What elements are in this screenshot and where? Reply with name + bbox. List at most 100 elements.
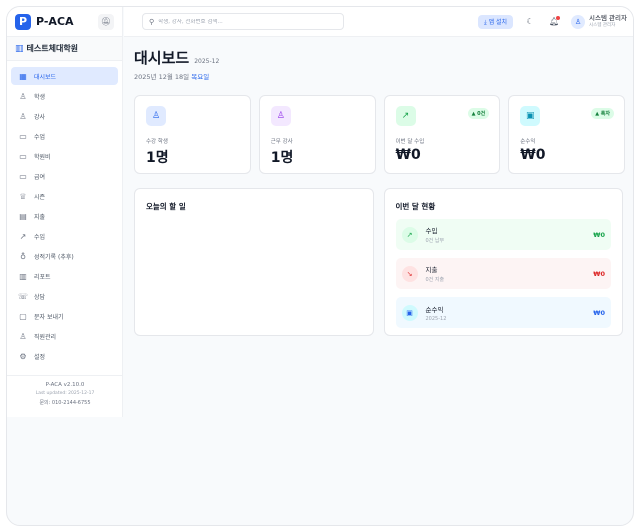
user-check-icon: ♙ [19,111,27,121]
award-icon: ♁ [20,251,26,261]
page-month: 2025-12 [194,58,220,65]
sidebar-item-label: 지출 [34,213,46,221]
date-line: 2025년 12월 18일 목요일 [134,71,633,81]
sidebar-item-label: 시즌 [34,193,46,201]
receipt-icon: ▤ [19,211,27,221]
user-cog-icon: ♙ [19,331,27,341]
bar-chart-icon: ▥ [19,271,27,281]
inquiry-phone: 문의: 010-2144-6755 [39,400,91,406]
trend-badge: ▲ 0건 [467,108,490,119]
sidebar-item[interactable]: ♙ 학생 [11,87,118,105]
sidebar-footer: P-ACA v2.10.0 Last updated: 2025-12-17 문… [7,375,123,406]
wallet-icon: ▣ [520,106,541,126]
stat-card[interactable]: ↗ ▲ 0건 이번 달 수입 ₩0 [383,95,501,174]
user-avatar-icon: ♙ [571,14,586,29]
notification-bell-icon[interactable]: 🔔︎ [547,15,561,29]
sidebar-item[interactable]: ▦ 대시보드 [11,67,118,85]
notification-dot [556,15,561,20]
install-app-button[interactable]: ⤓ 앱 설치 [478,14,514,29]
sidebar-item[interactable]: ▭ 수업 [11,127,118,145]
dark-mode-icon[interactable]: ☾ [523,15,537,29]
sidebar-item[interactable]: ▥ 리포트 [11,267,118,285]
sidebar-item-label: 성적기록 (추후) [34,253,74,261]
sidebar-item-label: 리포트 [34,273,51,281]
sidebar-item[interactable]: ♁ 성적기록 (추후) [11,247,118,265]
status-list: ↗ 수입 0건 납부 ₩0 ↘ 지출 0건 지출 ₩0 ▣ 순수익 2025-12 ₩0 [395,219,611,328]
user-name: 시스템 관리자 [589,14,627,22]
stat-card[interactable]: ♙ 수강 학생 1명 [134,95,251,174]
sidebar-item-label: 급여 [34,173,46,181]
sidebar-item[interactable]: ▤ 지출 [11,207,118,225]
academy-name: 테스트체대학원 [26,44,79,53]
sidebar-item[interactable]: ▭ 학원비 [11,147,118,165]
wallet-icon: ▣ [401,304,418,321]
phone-icon: ☏ [17,291,28,301]
sidebar-item-label: 강사 [34,113,46,121]
arrow-down-right-icon: ↘ [401,265,418,282]
todo-title: 오늘의 할 일 [146,202,186,211]
message-icon: ▢ [19,311,27,321]
main-content: 대시보드 2025-12 2025년 12월 18일 목요일 ♙ 수강 학생 1명 ♙… [124,38,633,525]
academy-selector[interactable]: ▥ 테스트체대학원 [7,37,122,61]
logo-row: P P-ACA 🔕︎ [7,7,122,37]
stat-label: 근무 강사 [270,139,293,145]
sidebar-item[interactable]: ▢ 문자 보내기 [11,307,118,325]
sidebar-item-label: 대시보드 [34,73,57,81]
sidebar: P P-ACA 🔕︎ ▥ 테스트체대학원 ▦ 대시보드 ♙ 학생 ♙ 강사 ▭ 수업 ▭ 학원비 ▭… [7,7,123,417]
sidebar-item[interactable]: ☏ 상담 [11,287,118,305]
stat-value: ₩0 [395,147,421,163]
calendar-icon: ▭ [19,131,27,141]
sidebar-item-label: 상담 [34,293,46,301]
grid-icon: ▦ [19,71,27,81]
user-check-icon: ♙ [270,106,291,126]
status-item[interactable]: ▣ 순수익 2025-12 ₩0 [395,297,611,328]
building-icon: ▥ [15,43,24,54]
sidebar-item-label: 설정 [34,353,46,361]
status-item[interactable]: ↘ 지출 0건 지출 ₩0 [395,258,611,289]
user-menu[interactable]: ♙ 시스템 관리자 시스템 관리자 [571,14,627,29]
sidebar-item-label: 학생 [34,93,46,101]
status-amount: ₩0 [593,269,605,278]
sidebar-item[interactable]: ♙ 강사 [11,107,118,125]
credit-card-icon: ▭ [19,151,27,161]
sidebar-item-label: 문자 보내기 [34,313,64,321]
sidebar-item[interactable]: ♙ 직원관리 [11,327,118,345]
search-input[interactable] [158,18,337,25]
status-item[interactable]: ↗ 수입 0건 납부 ₩0 [395,219,611,250]
search-box[interactable]: ⚲ [142,13,344,30]
status-name: 수입 [425,227,438,235]
topbar: ⚲ ⤓ 앱 설치 ☾ 🔔︎ ♙ 시스템 관리자 시스템 관리자 [124,7,633,37]
status-name: 지출 [425,266,438,274]
bell-off-icon[interactable]: 🔕︎ [98,13,114,30]
stat-label: 순수익 [520,139,536,145]
trending-up-icon: ↗ [395,106,416,126]
wallet-icon: ▭ [19,171,27,181]
stat-label: 수강 학생 [146,139,168,145]
status-sub: 0건 지출 [425,277,445,283]
logo-icon[interactable]: P [15,13,31,30]
last-updated: Last updated: 2025-12-17 [35,391,95,396]
status-amount: ₩0 [593,308,605,317]
stat-card[interactable]: ▣ ▲ 흑자순수익 ₩0 [508,95,625,174]
trend-badge: ▲ 흑자 [591,108,614,119]
arrow-up-right-icon: ↗ [401,226,418,243]
sidebar-item-label: 수업 [34,133,46,141]
status-sub: 0건 납부 [425,238,445,244]
stat-value: 1명 [146,150,169,166]
sidebar-item[interactable]: ⚙ 설정 [11,347,118,365]
stat-value: 1명 [270,150,294,166]
settings-icon: ⚙ [19,351,27,361]
status-name: 순수익 [425,305,444,314]
status-title: 이번 달 현황 [395,202,436,211]
sidebar-item[interactable]: ♕ 시즌 [11,187,118,205]
sidebar-item[interactable]: ▭ 급여 [11,167,118,185]
app-version: P-ACA v2.10.0 [45,382,85,388]
stat-card[interactable]: ♙ 근무 강사 1명 [258,95,376,174]
stat-value: ₩0 [520,147,546,163]
users-icon: ♙ [19,91,27,101]
sidebar-item[interactable]: ↗ 수입 [11,227,118,245]
app-name[interactable]: P-ACA [36,15,74,28]
status-amount: ₩0 [593,230,605,239]
monthly-status-panel: 이번 달 현황 ↗ 수입 0건 납부 ₩0 ↘ 지출 0건 지출 ₩0 ▣ 순수익 2025-12 ₩… [383,188,623,336]
sidebar-item-label: 학원비 [34,153,51,161]
